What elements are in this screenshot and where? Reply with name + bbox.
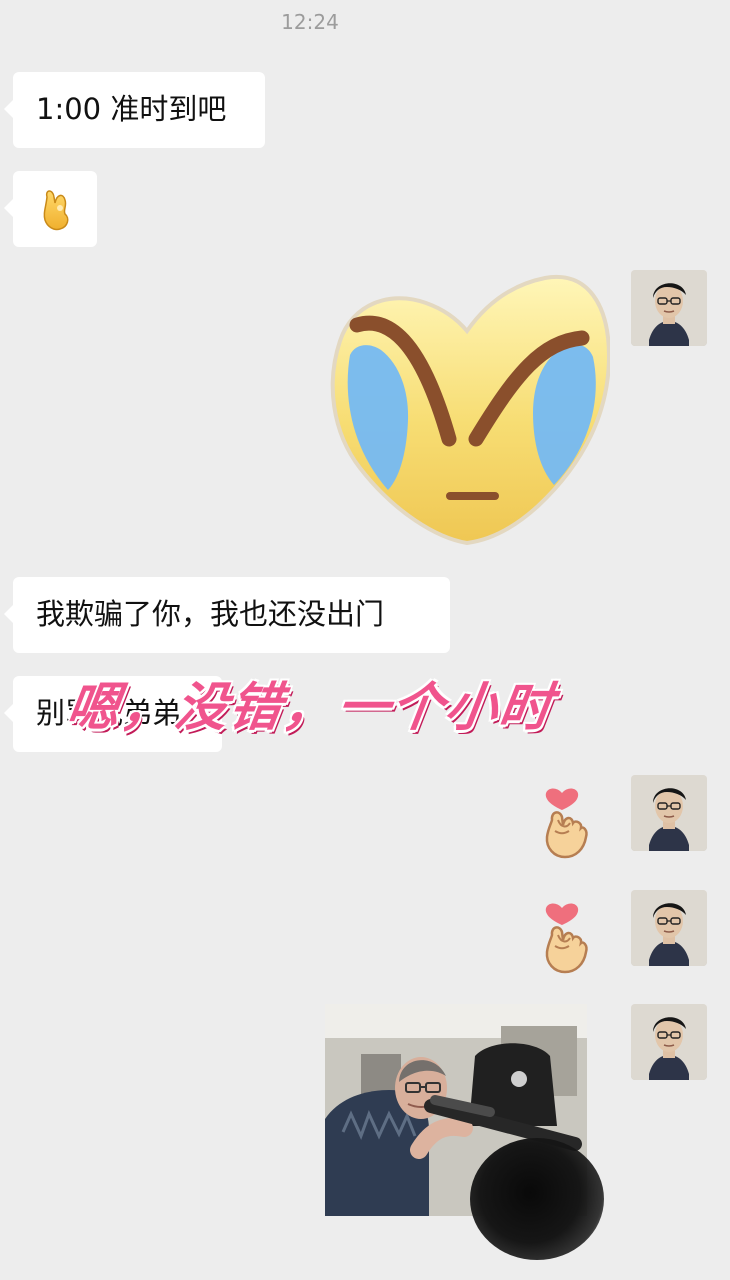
finger-heart-icon[interactable] (534, 891, 596, 977)
message-bubble-2[interactable] (4, 171, 97, 247)
message-text-1: 1:00 准时到吧 (36, 92, 227, 126)
avatar-self-2[interactable] (631, 775, 707, 851)
avatar-self-1[interactable] (631, 270, 707, 346)
overlay-caption: 嗯，没错，一个小时 (63, 678, 558, 738)
gun-barrel-foreground (470, 1138, 604, 1260)
crying-heart-face-sticker[interactable] (325, 272, 610, 550)
timestamp: 12:24 (281, 10, 339, 34)
message-bubble-1[interactable]: 1:00 准时到吧 (4, 72, 265, 148)
ok-hand-icon (43, 190, 69, 231)
finger-heart-icon[interactable] (534, 776, 596, 862)
message-bubble-3[interactable]: 我欺骗了你，我也还没出门 (4, 577, 450, 653)
message-text-3: 我欺骗了你，我也还没出门 (36, 597, 385, 631)
avatar-self-3[interactable] (631, 890, 707, 966)
avatar-self-4[interactable] (631, 1004, 707, 1080)
